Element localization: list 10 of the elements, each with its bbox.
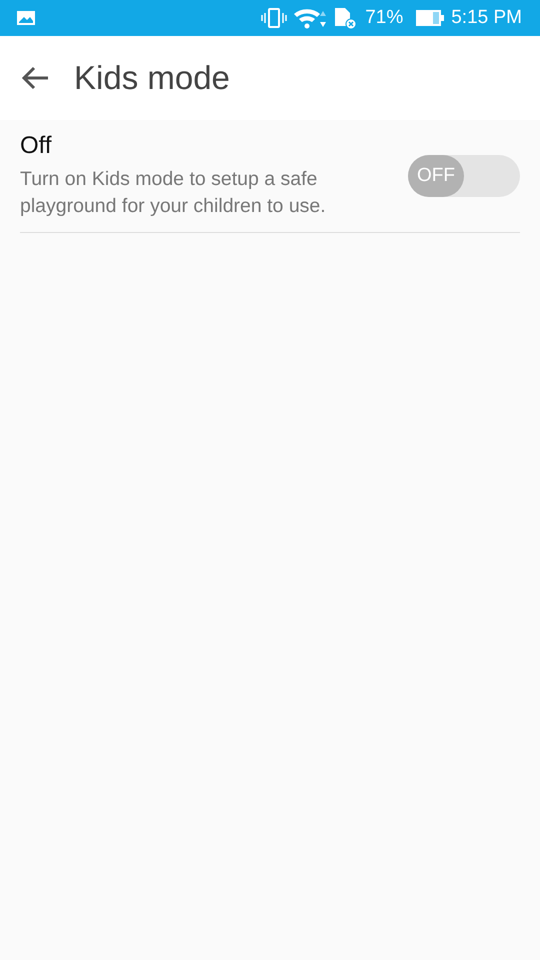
vibrate-icon [261, 7, 288, 29]
image-icon [16, 10, 36, 26]
setting-title: Off [20, 132, 53, 160]
setting-description: Turn on Kids mode to setup a safe playground for your children to use. [20, 167, 327, 219]
toggle-switch[interactable]: OFF [408, 155, 520, 197]
page-title: Kids mode [74, 59, 230, 97]
clock: 5:15 PM [451, 7, 522, 29]
wifi-icon [293, 7, 328, 29]
battery-percent: 71% [365, 7, 404, 29]
battery-icon [415, 9, 446, 27]
